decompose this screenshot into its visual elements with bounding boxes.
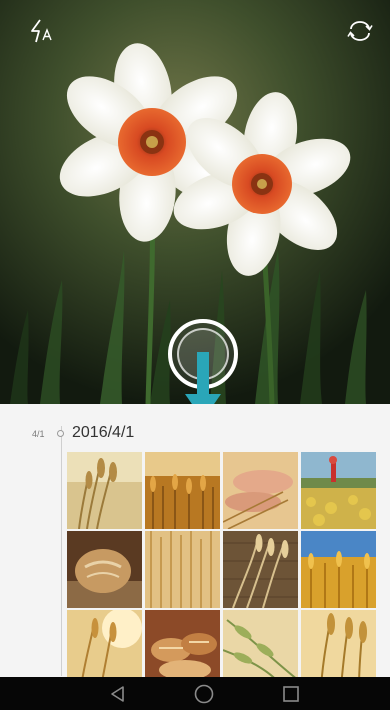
photo-thumbnail[interactable] <box>301 452 376 529</box>
photo-thumbnail[interactable] <box>67 531 142 608</box>
date-group-heading: 2016/4/1 <box>72 424 135 441</box>
camera-viewfinder[interactable] <box>0 0 390 404</box>
photo-thumbnail[interactable] <box>223 531 298 608</box>
photo-thumbnail[interactable] <box>301 531 376 608</box>
back-triangle-icon[interactable] <box>104 681 132 707</box>
gallery-drawer[interactable]: 4/1 2016/4/1 <box>0 404 390 677</box>
flash-auto-icon[interactable] <box>24 14 58 48</box>
swipe-down-arrow-icon <box>185 352 221 404</box>
recent-apps-square-icon[interactable] <box>277 681 305 707</box>
timeline-line <box>61 426 62 676</box>
timeline-dot <box>57 430 64 437</box>
photo-thumbnail[interactable] <box>67 610 142 677</box>
photo-thumbnail[interactable] <box>67 452 142 529</box>
timeline-short-date: 4/1 <box>32 429 45 439</box>
photo-thumbnail[interactable] <box>223 610 298 677</box>
photo-thumbnail[interactable] <box>301 610 376 677</box>
camera-top-bar <box>0 0 390 62</box>
switch-camera-icon[interactable] <box>342 14 376 48</box>
photo-thumbnail[interactable] <box>145 452 220 529</box>
photo-thumbnail[interactable] <box>223 452 298 529</box>
navigation-bar <box>0 677 390 710</box>
photo-thumbnail[interactable] <box>145 610 220 677</box>
photo-thumbnail[interactable] <box>145 531 220 608</box>
photo-grid <box>67 452 377 677</box>
home-circle-icon[interactable] <box>190 681 218 707</box>
